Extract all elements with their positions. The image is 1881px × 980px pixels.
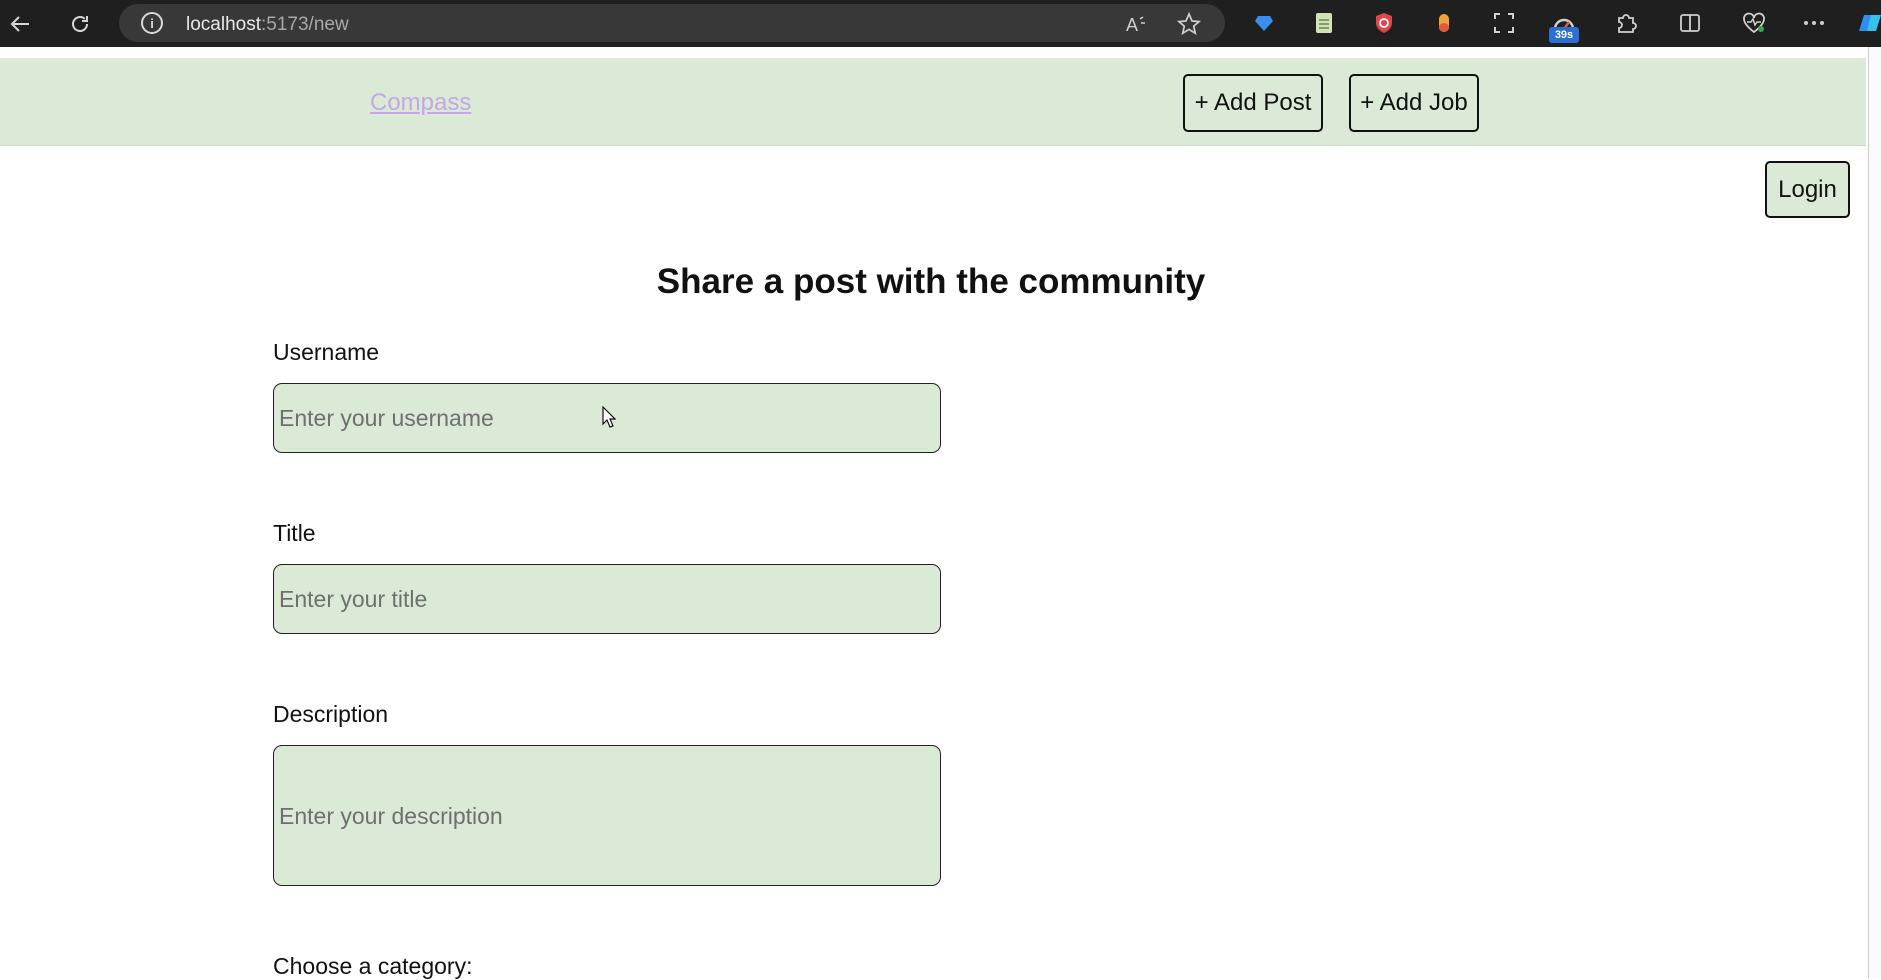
favorite-star-icon[interactable]	[1176, 11, 1202, 37]
top-navigation: Compass + Add Post + Add Job	[0, 58, 1866, 146]
mouse-cursor-icon	[602, 405, 617, 428]
back-icon[interactable]	[2, 6, 38, 42]
url-path: :5173/new	[261, 14, 349, 35]
address-bar[interactable]: i localhost:5173/new A	[119, 4, 1225, 42]
page-content: Compass + Add Post + Add Job Login Share…	[0, 47, 1868, 979]
page-scrollbar[interactable]	[1868, 47, 1881, 978]
login-button[interactable]: Login	[1765, 161, 1850, 218]
sheet-extension-icon[interactable]	[1310, 9, 1338, 37]
add-post-button[interactable]: + Add Post	[1183, 74, 1323, 132]
url-host: localhost	[186, 14, 261, 35]
add-job-button[interactable]: + Add Job	[1349, 74, 1479, 132]
split-screen-icon[interactable]	[1676, 9, 1704, 37]
screenshot-extension-icon[interactable]	[1490, 9, 1518, 37]
copilot-icon[interactable]	[1856, 9, 1881, 37]
read-aloud-icon[interactable]: A	[1123, 11, 1149, 37]
extensions-puzzle-icon[interactable]	[1612, 9, 1640, 37]
refresh-icon[interactable]	[62, 6, 98, 42]
title-label: Title	[273, 520, 316, 546]
health-icon[interactable]	[1740, 9, 1768, 37]
shield-extension-icon[interactable]	[1370, 9, 1398, 37]
username-label: Username	[273, 339, 380, 365]
pill-extension-icon[interactable]	[1430, 9, 1458, 37]
more-icon[interactable]	[1800, 9, 1828, 37]
page-title: Share a post with the community	[656, 262, 1206, 301]
info-icon[interactable]: i	[141, 12, 163, 34]
browser-toolbar: i localhost:5173/new A 39s	[0, 0, 1881, 47]
category-label: Choose a category:	[273, 953, 473, 979]
timer-badge: 39s	[1549, 27, 1579, 43]
description-label: Description	[273, 701, 389, 727]
description-textarea[interactable]	[273, 745, 941, 886]
url-text: localhost:5173/new	[186, 14, 349, 36]
svg-text:A: A	[1126, 15, 1138, 34]
title-input[interactable]	[273, 564, 941, 634]
gem-extension-icon[interactable]	[1250, 9, 1278, 37]
brand-link[interactable]: Compass	[370, 89, 471, 117]
